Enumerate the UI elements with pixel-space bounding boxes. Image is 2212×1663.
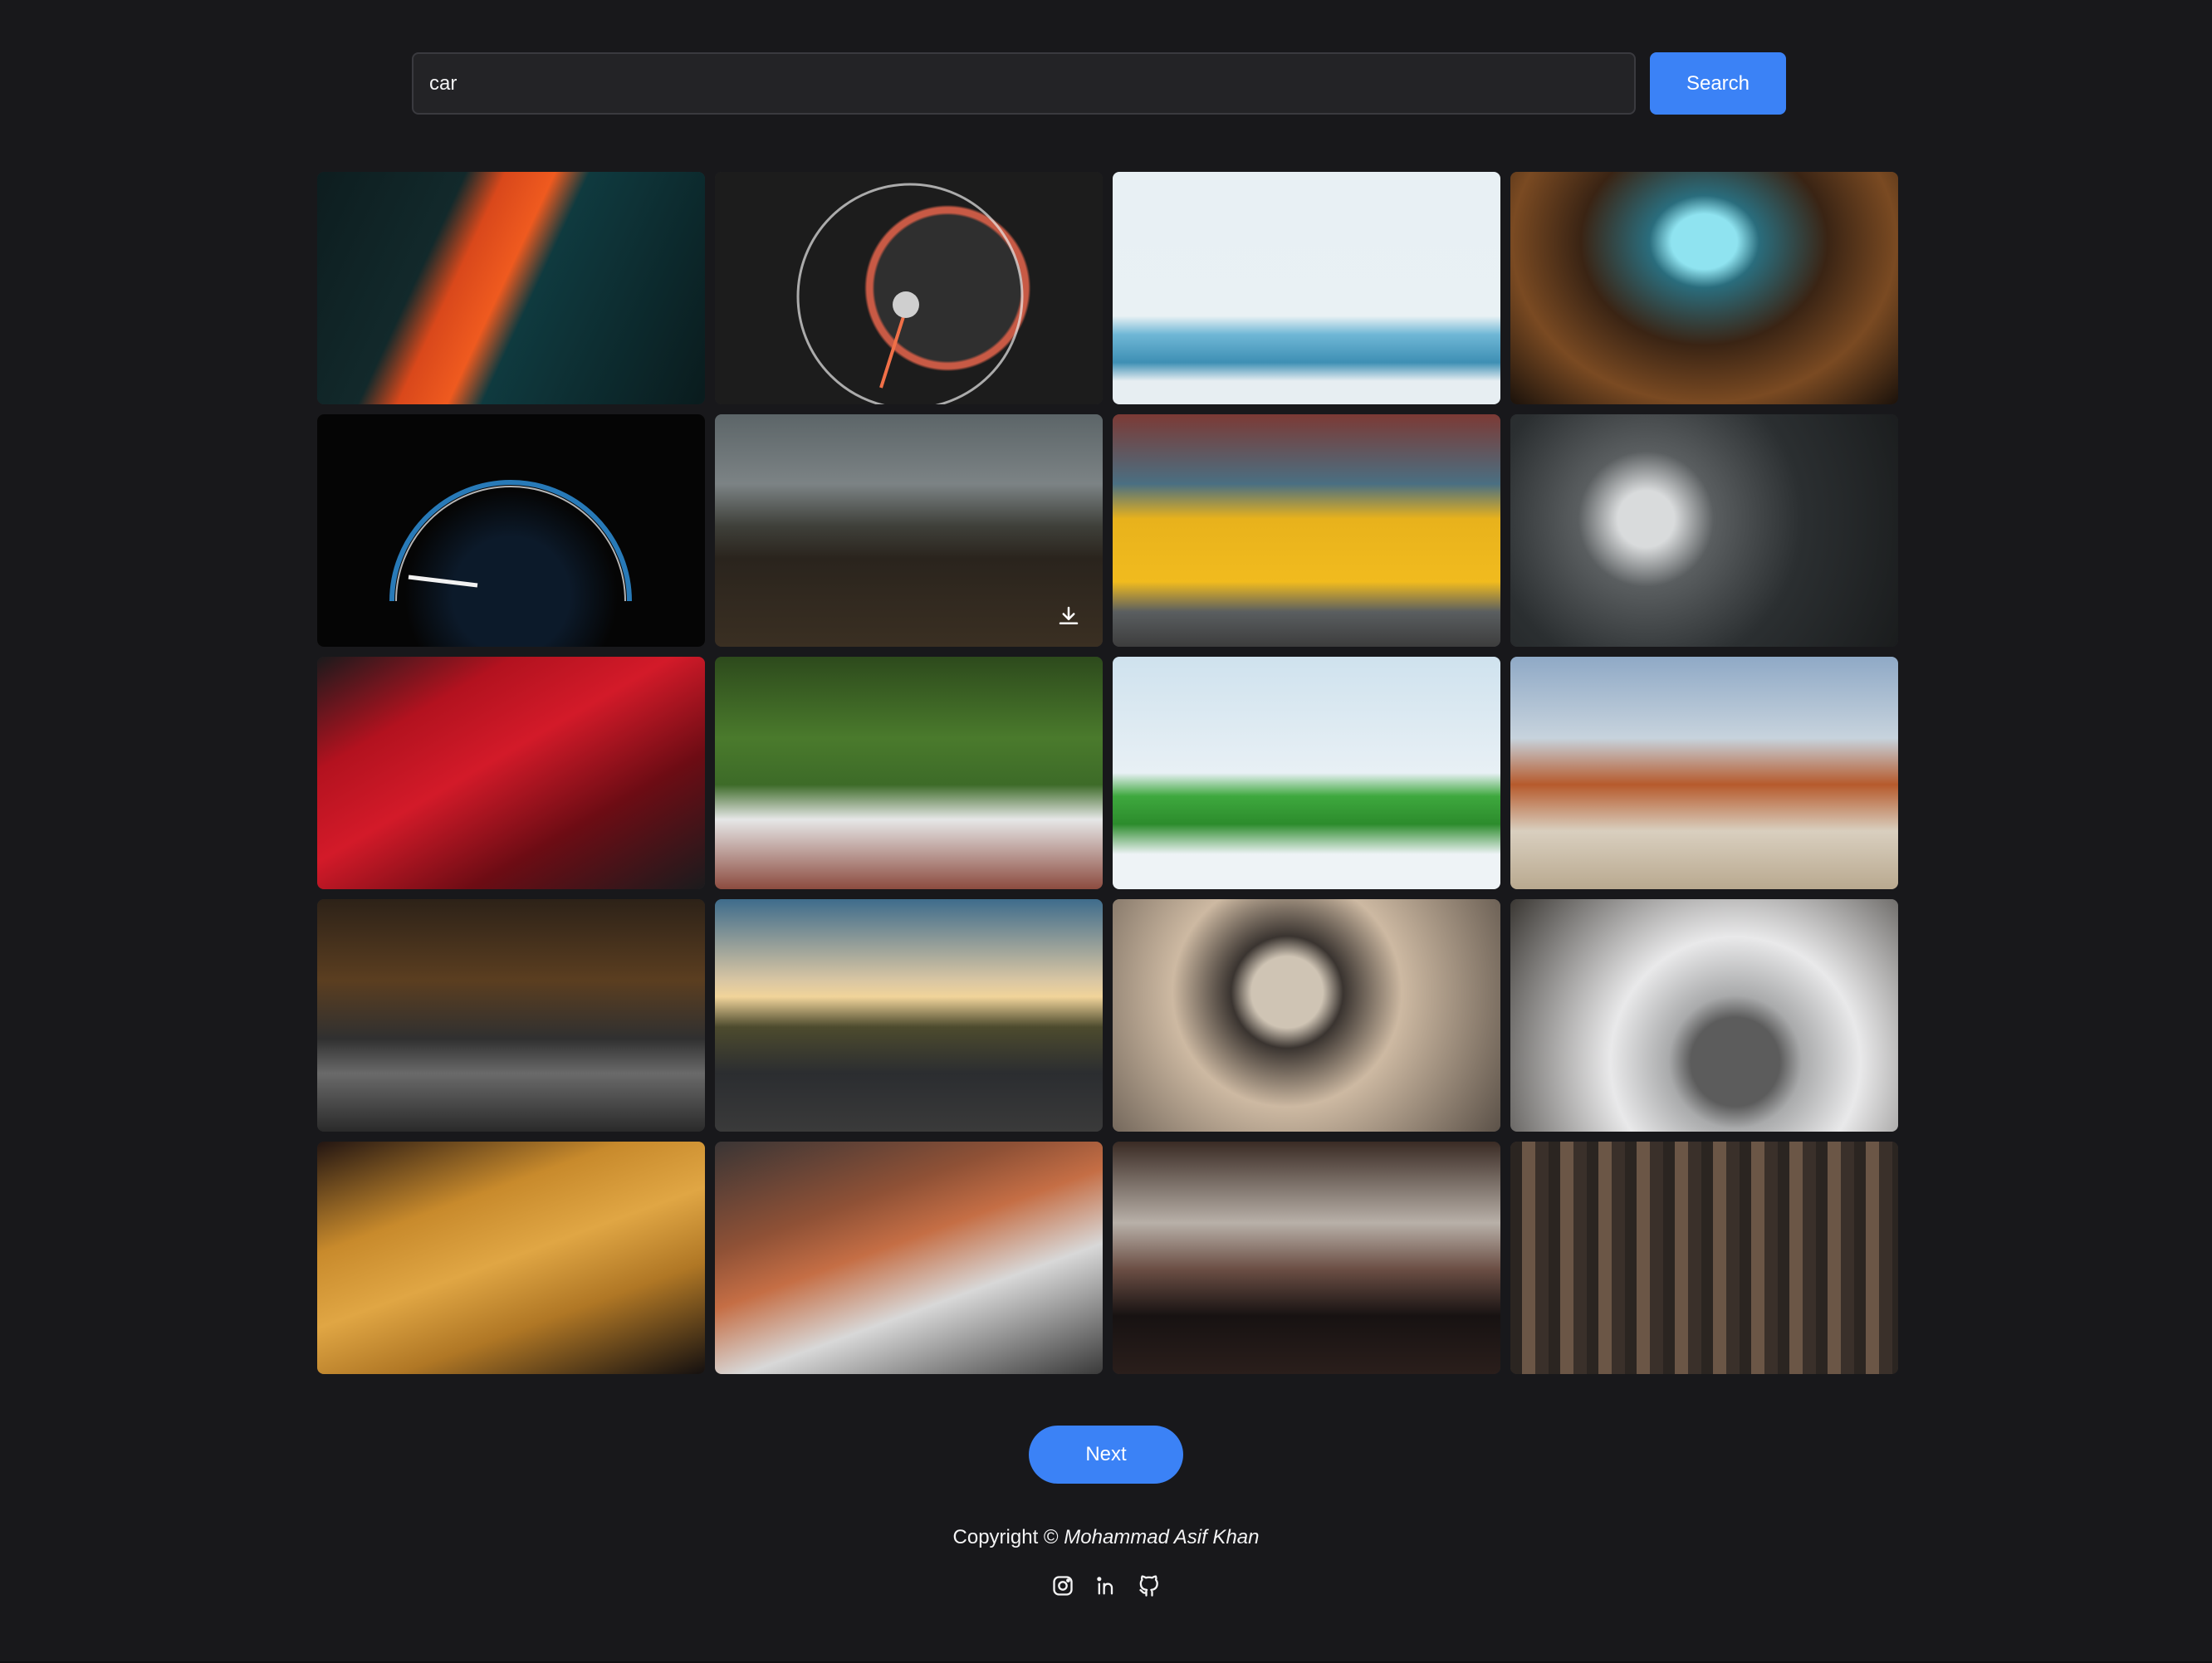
image-tile[interactable] [715,899,1103,1132]
image-tile[interactable] [715,414,1103,647]
rusty-vintage-car-photo [715,1142,1103,1374]
footer-copyright: Copyright © Mohammad Asif Khan [0,1526,2212,1549]
image-tile[interactable] [317,899,705,1132]
truck-dashboard-photo [1510,414,1898,647]
copyright-author: Mohammad Asif Khan [1064,1526,1260,1548]
image-tile[interactable] [715,657,1103,889]
image-tile[interactable] [1510,657,1898,889]
image-tile[interactable] [317,172,705,404]
white-suv-desert-photo [1510,657,1898,889]
car-interior-hyperspace-photo [1510,172,1898,404]
image-tile[interactable] [715,172,1103,404]
download-icon[interactable] [1053,600,1084,632]
image-tile[interactable] [1113,414,1500,647]
next-button[interactable]: Next [1029,1426,1183,1484]
image-tile[interactable] [317,414,705,647]
white-suv-landscape-photo [715,414,1103,647]
steering-wheel-interior-photo [1113,899,1500,1132]
white-convertible-photo [715,657,1103,889]
speedometer-illustration [796,183,1024,404]
white-car-wheel-photo [1510,899,1898,1132]
tachometer-dark-photo [317,414,705,647]
tachometer-illustration [389,480,632,602]
image-tile[interactable] [1510,414,1898,647]
blue-car-roof-luggage-photo [1113,172,1500,404]
linkedin-icon[interactable] [1093,1573,1119,1599]
orange-car-closeup-photo [317,172,705,404]
speedometer-photo [715,172,1103,404]
yellow-mercedes-concept-photo [317,1142,705,1374]
image-tile[interactable] [1510,172,1898,404]
image-tile[interactable] [1113,657,1500,889]
image-tile[interactable] [1510,899,1898,1132]
social-links [0,1573,2212,1599]
search-input[interactable] [412,52,1636,115]
image-tile[interactable] [1113,1142,1500,1374]
sports-car-sunset-road-photo [715,899,1103,1132]
red-sports-car-photo [317,657,705,889]
image-tile[interactable] [1113,899,1500,1132]
page: Search [0,0,2212,1663]
instagram-icon[interactable] [1050,1573,1076,1599]
image-tile[interactable] [1113,172,1500,404]
black-suv-forest-road-photo [317,899,705,1132]
copyright-prefix: Copyright © [952,1526,1059,1548]
search-bar: Search [412,52,1787,115]
lamborghini-rear-photo [1113,1142,1500,1374]
yellow-vintage-car-photo [1113,414,1500,647]
red-suv-pine-forest-photo [1510,1142,1898,1374]
image-grid [317,172,1898,1374]
image-tile[interactable] [715,1142,1103,1374]
green-monster-truck-photo [1113,657,1500,889]
image-tile[interactable] [317,1142,705,1374]
image-tile[interactable] [1510,1142,1898,1374]
search-button[interactable]: Search [1650,52,1786,115]
github-icon[interactable] [1136,1573,1162,1599]
image-tile[interactable] [317,657,705,889]
